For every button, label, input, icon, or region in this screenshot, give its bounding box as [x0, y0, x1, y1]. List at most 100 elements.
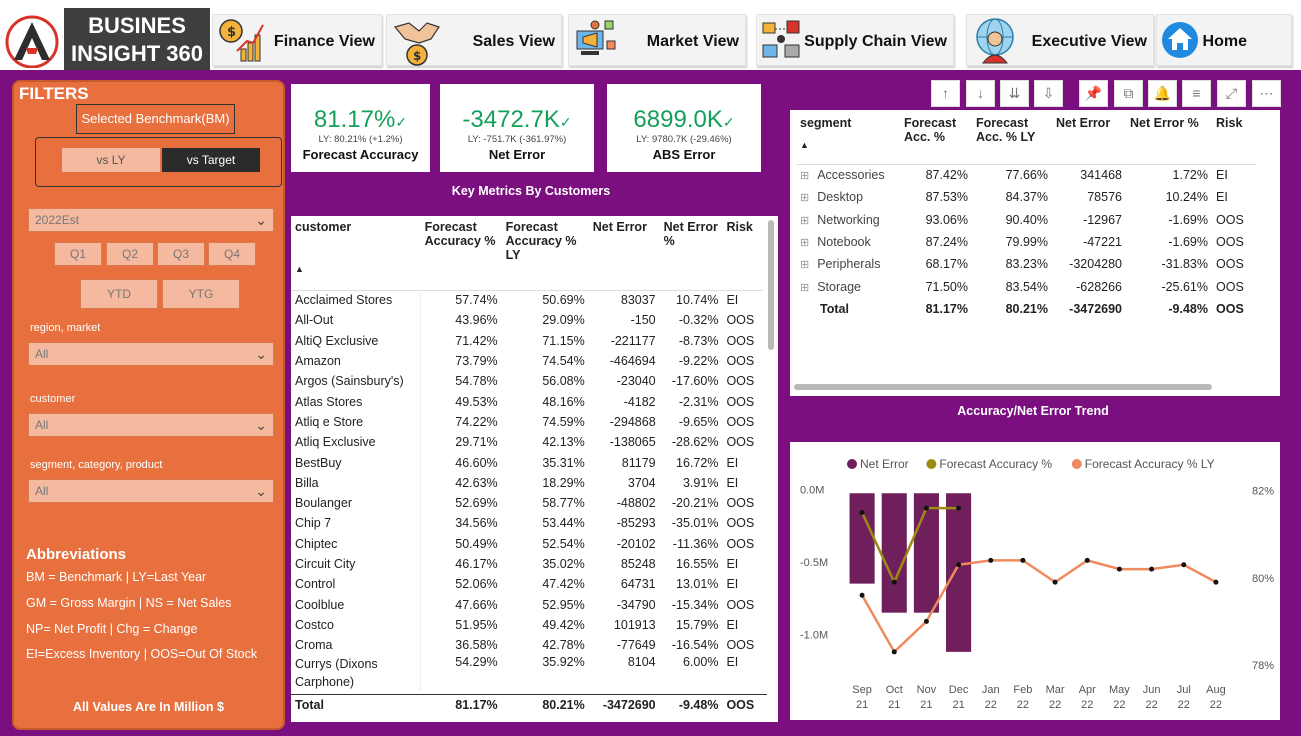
- customer-name-cell: Chiptec: [291, 533, 422, 554]
- table-cell: -48802: [616, 496, 656, 511]
- abbreviation-line: GM = Gross Margin | NS = Net Sales: [26, 596, 232, 610]
- customer-table-scrollbar[interactable]: [768, 220, 774, 350]
- table-cell: 77.66%: [1005, 168, 1048, 183]
- expand-icon[interactable]: ⊞: [800, 192, 809, 204]
- sort-up-icon[interactable]: ↑: [931, 80, 960, 107]
- table-cell: 85248: [620, 557, 656, 571]
- filter-icon[interactable]: ≡: [1182, 80, 1211, 107]
- region-market-dropdown[interactable]: All ⌄: [28, 342, 274, 366]
- expand-icon[interactable]: ⊞: [800, 215, 809, 227]
- copy-icon[interactable]: ⧉: [1114, 80, 1143, 107]
- ytg-button[interactable]: YTG: [162, 279, 240, 309]
- table-row[interactable]: ⊞ Peripherals 68.17% 83.23% -3204280 -31.83% O…: [796, 253, 1256, 275]
- col-net-error[interactable]: Net Error: [589, 216, 660, 290]
- table-row[interactable]: Control 52.06% 47.42% 64731 13.01% EI: [291, 574, 763, 595]
- table-row[interactable]: ⊞ Notebook 87.24% 79.99% -47221 -1.69% OOS: [796, 231, 1256, 253]
- table-row[interactable]: Coolblue 47.66% 52.95% -34790 -15.34% OOS: [291, 594, 763, 615]
- col-segment[interactable]: segment ▲: [796, 112, 900, 164]
- left-axis-tick: 0.0M: [800, 484, 824, 496]
- nav-executive-view[interactable]: Executive View: [966, 14, 1154, 66]
- table-cell: 81179: [621, 455, 656, 470]
- table-row[interactable]: ⊞ Storage 71.50% 83.54% -628266 -25.61% OOS: [796, 275, 1256, 297]
- segment-dropdown[interactable]: All ⌄: [28, 479, 274, 503]
- q2-button[interactable]: Q2: [106, 242, 154, 266]
- table-cell: OOS: [726, 496, 755, 511]
- line-point: [956, 505, 962, 511]
- segment-label: Accessories: [817, 168, 885, 183]
- expand-icon[interactable]: ⊞: [800, 259, 809, 271]
- legend-marker: [926, 459, 937, 469]
- col-forecast-acc[interactable]: Forecast Acc. %: [900, 112, 972, 164]
- table-cell: 10.24%: [1165, 190, 1208, 205]
- expand-level-icon[interactable]: ⇩: [1034, 80, 1063, 107]
- kpi-forecast-accuracy: 81.17%✓ LY: 80.21% (+1.2%) Forecast Accu…: [291, 84, 430, 172]
- x-axis-tick: Dec: [949, 684, 969, 696]
- table-row[interactable]: ⊞ Accessories 87.42% 77.66% 341468 1.72% EI: [796, 164, 1256, 186]
- table-row[interactable]: AltiQ Exclusive 71.42% 71.15% -221177 -8.73%…: [291, 330, 763, 351]
- table-row[interactable]: Atlas Stores 49.53% 48.16% -4182 -2.31% OOS: [291, 391, 763, 412]
- nav-supply-chain-view[interactable]: Supply Chain View: [756, 14, 954, 66]
- table-row[interactable]: Amazon 73.79% 74.54% -464694 -9.22% OOS: [291, 350, 763, 372]
- table-cell: EI: [726, 617, 739, 632]
- q3-button[interactable]: Q3: [157, 242, 205, 266]
- customer-name-cell: Amazon: [291, 350, 422, 372]
- nav-home[interactable]: Home: [1156, 14, 1292, 66]
- segment-table-hscrollbar[interactable]: [794, 384, 1212, 390]
- customer-dropdown[interactable]: All ⌄: [28, 413, 274, 437]
- col-forecast-accuracy[interactable]: Forecast Accuracy %: [421, 216, 502, 290]
- col-forecast-acc-ly[interactable]: Forecast Acc. % LY: [972, 112, 1052, 164]
- filters-panel: FILTERS Selected Benchmark(BM) vs LY vs …: [12, 80, 285, 730]
- vs-ly-button[interactable]: vs LY: [62, 148, 160, 172]
- focus-icon[interactable]: ⤢: [1217, 80, 1246, 107]
- table-row[interactable]: Costco 51.95% 49.42% 101913 15.79% EI: [291, 614, 763, 636]
- table-row[interactable]: Argos (Sainsbury's) 54.78% 56.08% -23040 -17…: [291, 371, 763, 392]
- nav-sales-view[interactable]: $ Sales View: [386, 14, 562, 66]
- expand-icon[interactable]: ⊞: [800, 237, 809, 249]
- col-net-error[interactable]: Net Error: [1052, 112, 1126, 164]
- col-customer[interactable]: customer ▲: [291, 216, 421, 290]
- expand-icon[interactable]: ⊞: [800, 170, 809, 182]
- table-cell: OOS: [726, 374, 755, 389]
- bell-icon[interactable]: 🔔: [1148, 80, 1177, 107]
- table-row[interactable]: Acclaimed Stores 57.74% 50.69% 83037 10.74% E…: [291, 290, 763, 311]
- kpi-value: 6899.0K✓: [633, 106, 735, 133]
- col-net-error-pct[interactable]: Net Error %: [660, 216, 723, 290]
- table-row[interactable]: Croma 36.58% 42.78% -77649 -16.54% OOS: [291, 635, 763, 656]
- table-row[interactable]: Billa 42.63% 18.29% 3704 3.91% EI: [291, 472, 763, 493]
- table-row[interactable]: Chiptec 50.49% 52.54% -20102 -11.36% OOS: [291, 533, 763, 554]
- table-row[interactable]: Currys (Dixons Carphone) 54.29% 35.92% 8104…: [291, 655, 763, 692]
- table-row[interactable]: BestBuy 46.60% 35.31% 81179 16.72% EI: [291, 452, 763, 473]
- table-row[interactable]: Atliq e Store 74.22% 74.59% -294868 -9.65% OO…: [291, 411, 763, 433]
- abbreviation-line: EI=Excess Inventory | OOS=Out Of Stock: [26, 647, 258, 661]
- abbreviation-line: NP= Net Profit | Chg = Change: [26, 622, 198, 636]
- pin-icon[interactable]: 📌: [1079, 80, 1108, 107]
- table-row[interactable]: ⊞ Networking 93.06% 90.40% -12967 -1.69% OOS: [796, 209, 1256, 231]
- ytd-button[interactable]: YTD: [80, 279, 158, 309]
- q4-button[interactable]: Q4: [208, 242, 256, 266]
- col-net-error-pct[interactable]: Net Error %: [1126, 112, 1212, 164]
- q1-button[interactable]: Q1: [54, 242, 102, 266]
- table-row[interactable]: All-Out 43.96% 29.09% -150 -0.32% OOS: [291, 310, 763, 331]
- table-cell: OOS: [726, 516, 755, 531]
- col-risk[interactable]: Risk: [722, 216, 763, 290]
- table-cell: -11.36%: [672, 536, 719, 551]
- drill-down-icon[interactable]: ⇊: [1000, 80, 1029, 107]
- vs-target-button[interactable]: vs Target: [162, 148, 260, 172]
- more-icon[interactable]: ⋯: [1252, 80, 1281, 107]
- table-row[interactable]: Atliq Exclusive 29.71% 42.13% -138065 -28.62…: [291, 432, 763, 453]
- total-cell: 80.21%: [542, 698, 585, 713]
- table-row[interactable]: Chip 7 34.56% 53.44% -85293 -35.01% OOS: [291, 513, 763, 534]
- col-forecast-accuracy-ly[interactable]: Forecast Accuracy % LY: [502, 216, 589, 290]
- x-axis-tick: 22: [1178, 699, 1190, 711]
- table-row[interactable]: ⊞ Desktop 87.53% 84.37% 78576 10.24% EI: [796, 186, 1256, 208]
- nav-market-view[interactable]: Market View: [568, 14, 746, 66]
- x-axis-tick: Jun: [1143, 684, 1161, 696]
- table-cell: 73.79%: [455, 354, 498, 369]
- year-dropdown[interactable]: 2022Est ⌄: [28, 208, 274, 232]
- sort-down-icon[interactable]: ↓: [966, 80, 995, 107]
- table-row[interactable]: Circuit City 46.17% 35.02% 85248 16.55% EI: [291, 553, 763, 575]
- table-row[interactable]: Boulanger 52.69% 58.77% -48802 -20.21% OOS: [291, 492, 763, 514]
- nav-finance-view[interactable]: $ Finance View: [212, 14, 382, 66]
- col-risk[interactable]: Risk: [1212, 112, 1256, 164]
- expand-icon[interactable]: ⊞: [800, 282, 809, 294]
